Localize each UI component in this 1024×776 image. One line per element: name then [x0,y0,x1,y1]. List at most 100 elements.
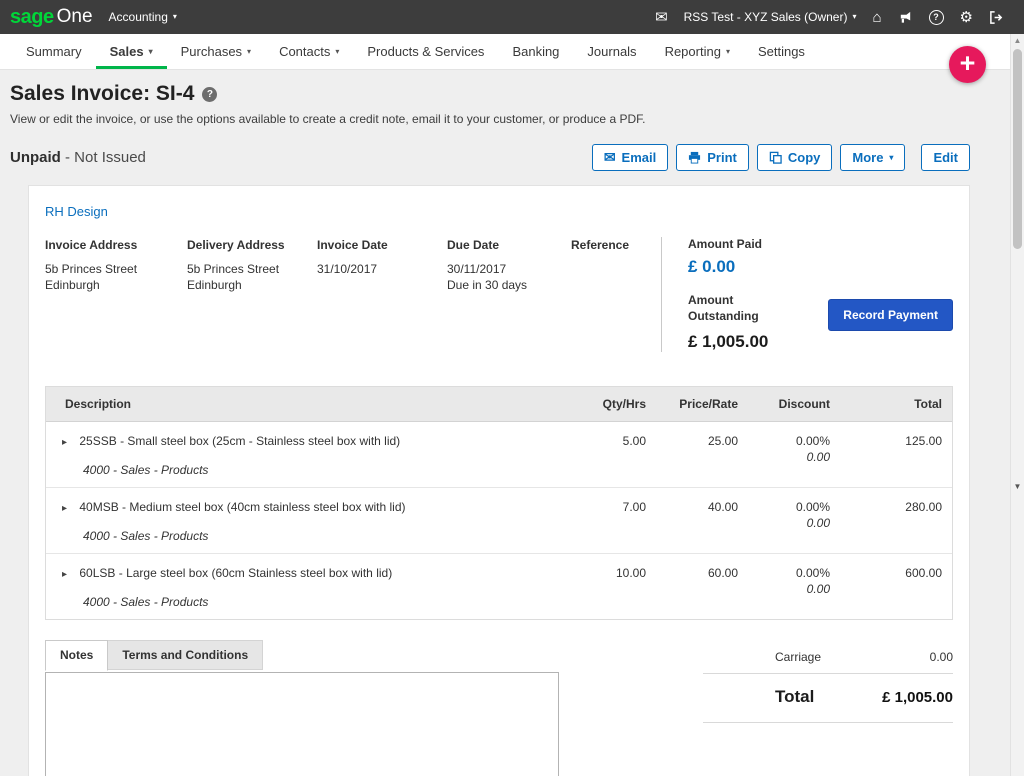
header-price: Price/Rate [656,387,748,421]
product-switcher[interactable]: Accounting ▾ [109,10,177,24]
invoice-status: Unpaid - Not Issued [10,149,146,166]
amount-outstanding-value: £ 1,005.00 [688,332,780,352]
email-label: Email [622,150,657,165]
tab-terms-and-conditions[interactable]: Terms and Conditions [108,640,263,670]
page-subtitle: View or edit the invoice, or use the opt… [10,112,970,126]
chevron-down-icon: ▾ [889,154,893,162]
invoice-info: Invoice Address 5b Princes Street Edinbu… [29,221,969,362]
table-row[interactable]: ▸ 25SSB - Small steel box (25cm - Stainl… [46,422,952,488]
record-payment-button[interactable]: Record Payment [828,299,953,331]
invoice-address: Invoice Address 5b Princes Street Edinbu… [45,237,187,352]
logout-icon[interactable] [989,10,1004,25]
account-menu[interactable]: RSS Test - XYZ Sales (Owner) ▾ [684,10,857,24]
announcements-icon[interactable] [898,10,913,25]
email-button[interactable]: ✉ Email [592,144,668,171]
nav-label: Purchases [181,44,242,59]
header-total: Total [840,387,952,421]
scroll-up-icon[interactable]: ▲ [1011,36,1024,45]
line-total: 600.00 [840,566,952,609]
nav-sales[interactable]: Sales ▾ [96,34,167,69]
line-price: 40.00 [656,500,748,543]
chevron-down-icon: ▾ [335,47,339,56]
table-header-row: Description Qty/Hrs Price/Rate Discount … [46,387,952,422]
line-price: 60.00 [656,566,748,609]
more-button[interactable]: More ▾ [840,144,905,171]
header-qty: Qty/Hrs [566,387,656,421]
due-date-label: Due Date [447,237,571,253]
nav-purchases[interactable]: Purchases ▾ [167,34,265,69]
line-discount-pct: 0.00% [758,434,830,448]
line-qty: 5.00 [566,434,656,477]
messages-icon[interactable]: ✉ [655,10,668,25]
invoice-date-value: 31/10/2017 [317,262,377,276]
invoice-date-label: Invoice Date [317,237,447,253]
help-icon[interactable]: ? [929,10,944,25]
amount-paid-label: Amount Paid [688,237,953,251]
copy-button[interactable]: Copy [757,144,833,171]
expand-row-icon[interactable]: ▸ [62,569,67,580]
invoice-address-line2: Edinburgh [45,278,100,292]
status-suffix: - Not Issued [65,149,146,166]
chevron-down-icon: ▾ [149,47,153,56]
line-total: 280.00 [840,500,952,543]
tab-notes[interactable]: Notes [45,640,108,671]
print-button[interactable]: Print [676,144,749,171]
nav-label: Contacts [279,44,330,59]
line-discount-pct: 0.00% [758,500,830,514]
nav-reporting[interactable]: Reporting ▾ [651,34,744,69]
invoice-address-line1: 5b Princes Street [45,262,137,276]
amount-paid-value: £ 0.00 [688,257,953,277]
main-nav: Summary Sales ▾ Purchases ▾ Contacts ▾ P… [0,34,1024,70]
line-description: 40MSB - Medium steel box (40cm stainless… [79,500,405,514]
printer-icon [688,151,701,164]
reference: Reference [571,237,661,352]
expand-row-icon[interactable]: ▸ [62,503,67,514]
delivery-address: Delivery Address 5b Princes Street Edinb… [187,237,317,352]
line-description: 25SSB - Small steel box (25cm - Stainles… [79,434,400,448]
nav-summary[interactable]: Summary [12,34,96,69]
totals-panel: Carriage 0.00 Total £ 1,005.00 [703,644,953,723]
invoice-date: Invoice Date 31/10/2017 [317,237,447,352]
table-row[interactable]: ▸ 40MSB - Medium steel box (40cm stainle… [46,488,952,554]
nav-label: Settings [758,44,805,59]
nav-products-services[interactable]: Products & Services [353,34,498,69]
line-discount-amt: 0.00 [758,582,830,596]
header-description: Description [46,387,566,421]
nav-label: Sales [110,44,144,59]
nav-label: Products & Services [367,44,484,59]
line-qty: 7.00 [566,500,656,543]
edit-label: Edit [933,150,958,165]
scrollbar-thumb[interactable] [1013,49,1022,249]
delivery-address-line2: Edinburgh [187,278,242,292]
page-title: Sales Invoice: SI-4 [10,82,194,106]
line-ledger: 4000 - Sales - Products [62,595,556,609]
expand-row-icon[interactable]: ▸ [62,437,67,448]
edit-button[interactable]: Edit [921,144,970,171]
table-row[interactable]: ▸ 60LSB - Large steel box (60cm Stainles… [46,554,952,619]
carriage-value: 0.00 [930,650,953,664]
line-items-table: Description Qty/Hrs Price/Rate Discount … [45,386,953,620]
gear-icon[interactable]: ⚙ [960,10,973,25]
invoice-address-label: Invoice Address [45,237,187,253]
notes-input[interactable] [45,672,559,776]
scrollbar[interactable]: ▲ ▼ [1010,34,1024,776]
home-icon[interactable]: ⌂ [872,10,881,25]
nav-settings[interactable]: Settings [744,34,819,69]
scroll-down-icon[interactable]: ▼ [1011,482,1024,491]
nav-label: Banking [512,44,559,59]
amounts-panel: Amount Paid £ 0.00 Amount Outstanding £ … [661,237,953,352]
nav-banking[interactable]: Banking [498,34,573,69]
line-description: 60LSB - Large steel box (60cm Stainless … [79,566,392,580]
more-label: More [852,150,883,165]
header-discount: Discount [748,387,840,421]
quick-add-button[interactable]: + [949,46,986,83]
invoice-card: RH Design Invoice Address 5b Princes Str… [28,185,970,776]
sage-one-logo: One [57,6,93,28]
due-date: Due Date 30/11/2017 Due in 30 days [447,237,571,352]
line-total: 125.00 [840,434,952,477]
nav-contacts[interactable]: Contacts ▾ [265,34,353,69]
customer-link[interactable]: RH Design [29,186,124,219]
reference-label: Reference [571,237,661,253]
page-help-icon[interactable]: ? [202,87,217,102]
nav-journals[interactable]: Journals [573,34,650,69]
